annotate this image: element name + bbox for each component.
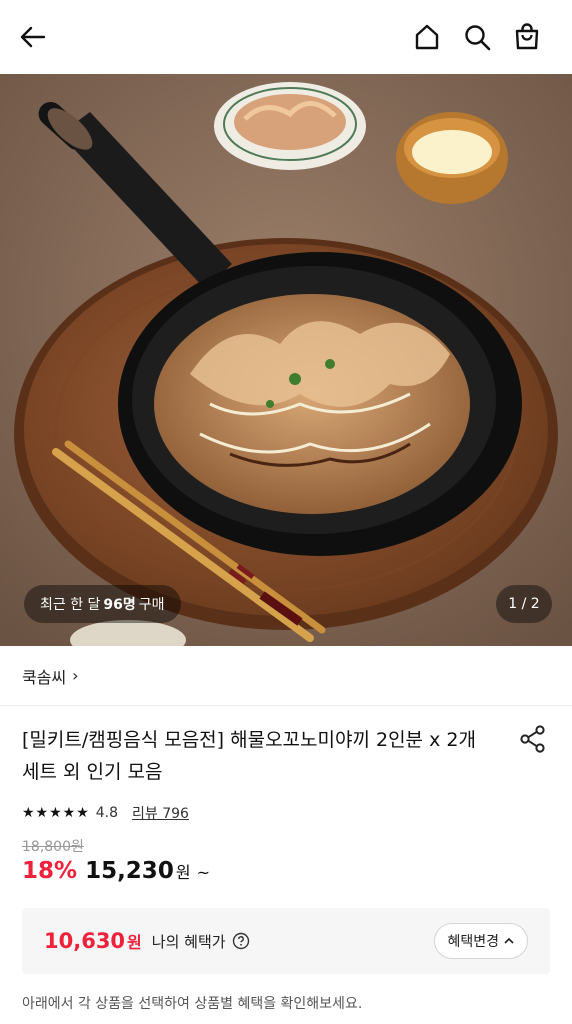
- carousel-page-indicator: 1 / 2: [496, 585, 552, 623]
- rating-value: 4.8: [95, 805, 119, 821]
- sale-price-currency: 원: [175, 863, 191, 882]
- arrow-left-icon[interactable]: [16, 20, 50, 54]
- brand-link[interactable]: 쿡솜씨 ›: [0, 646, 572, 706]
- change-benefit-button[interactable]: 혜택변경: [434, 923, 528, 959]
- review-count-link[interactable]: 리뷰 796: [132, 803, 189, 823]
- product-image-carousel[interactable]: 최근 한 달 96명 구매 1 / 2: [0, 74, 572, 646]
- home-icon[interactable]: [410, 20, 444, 54]
- recent-purchase-prefix: 최근 한 달: [40, 597, 101, 613]
- question-circle-icon[interactable]: [232, 932, 250, 950]
- original-price: 18,800원: [22, 839, 84, 855]
- my-benefit-box: 10,630 원 나의 혜택가 혜택변경: [22, 908, 550, 974]
- share-icon[interactable]: [518, 724, 548, 754]
- discount-rate: 18%: [22, 858, 78, 884]
- shopping-bag-icon[interactable]: [510, 20, 544, 54]
- recent-purchase-count: 96명: [103, 597, 136, 613]
- rating-row: ★★★★★ 4.8 리뷰 796: [22, 800, 189, 826]
- benefit-notice-text: 아래에서 각 상품을 선택하여 상품별 혜택을 확인해보세요.: [22, 996, 363, 1012]
- product-title: [밀키트/캠핑음식 모음전] 해물오꼬노미야끼 2인분 x 2개 세트 외 인기…: [22, 729, 476, 783]
- brand-name: 쿡솜씨: [22, 667, 67, 687]
- price-row: 18% 15,230 원 ~: [22, 858, 210, 892]
- recent-purchase-badge: 최근 한 달 96명 구매: [24, 585, 181, 623]
- benefit-label: 나의 혜택가: [151, 932, 226, 951]
- star-rating-icon: ★★★★★: [22, 805, 90, 821]
- chevron-right-icon: ›: [72, 666, 79, 685]
- benefit-price: 10,630: [44, 929, 126, 953]
- recent-purchase-suffix: 구매: [138, 597, 165, 613]
- chevron-up-icon: [504, 937, 514, 944]
- sale-price: 15,230: [85, 858, 174, 884]
- search-icon[interactable]: [460, 20, 494, 54]
- price-range-tilde: ~: [196, 863, 210, 882]
- change-benefit-label: 혜택변경: [447, 934, 499, 950]
- product-photo: [0, 74, 572, 646]
- top-app-bar: [0, 0, 572, 74]
- benefit-price-currency: 원: [127, 933, 142, 952]
